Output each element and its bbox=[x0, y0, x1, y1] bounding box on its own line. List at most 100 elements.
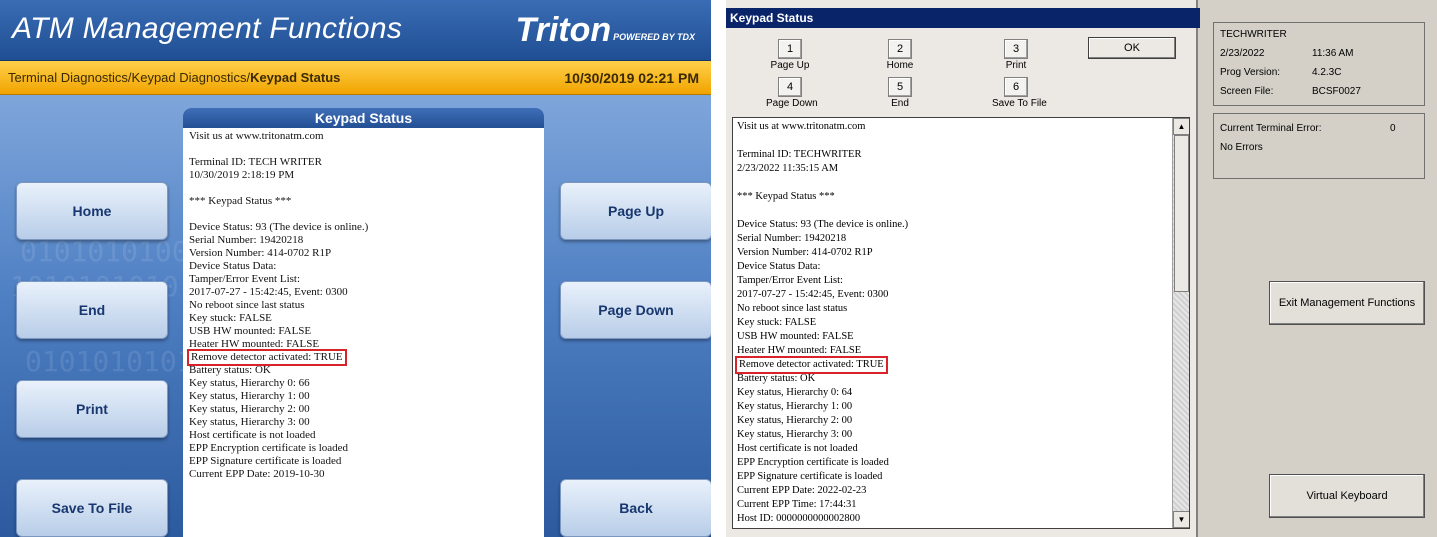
status-line-text: 2017-07-27 - 15:42:45, Event: 0300 bbox=[189, 286, 348, 298]
status-line-text: Key status, Hierarchy 1: 00 bbox=[737, 401, 853, 412]
status-line-text: Serial Number: 19420218 bbox=[737, 233, 847, 244]
key-page-down[interactable]: 4 Page Down bbox=[766, 77, 818, 109]
status-line bbox=[189, 182, 538, 195]
status-line-text: Visit us at www.tritonatm.com bbox=[189, 130, 324, 142]
status-line: Remove detector activated: TRUE bbox=[187, 349, 538, 366]
status-line-text: Host certificate is not loaded bbox=[189, 429, 316, 441]
status-line: Tamper/Error Event List: bbox=[737, 274, 908, 288]
breadcrumb-bar: Terminal Diagnostics/Keypad Diagnostics/… bbox=[0, 61, 711, 95]
binary-watermark: 0101010101 bbox=[25, 345, 194, 378]
page-title: ATM Management Functions bbox=[12, 12, 403, 45]
status-line: Key stuck: FALSE bbox=[737, 316, 908, 330]
status-line-text: Device Status: 93 (The device is online.… bbox=[737, 219, 909, 230]
status-line: EPP Encryption certificate is loaded bbox=[189, 442, 538, 455]
status-line: EPP Encryption certificate is loaded bbox=[737, 456, 908, 470]
status-line: Device Status Data: bbox=[737, 260, 908, 274]
management-window: Keypad Status 1 Page Up 2 Home 3 Print 4… bbox=[726, 0, 1437, 537]
key-label: Page Down bbox=[766, 98, 818, 109]
save-to-file-button[interactable]: Save To File bbox=[16, 479, 168, 537]
status-line: EPP Signature certificate is loaded bbox=[737, 470, 908, 484]
keypad-status-panel: Keypad Status Visit us at www.tritonatm.… bbox=[183, 108, 544, 537]
panel-title: Keypad Status bbox=[183, 108, 544, 128]
key-print[interactable]: 3 Print bbox=[992, 39, 1040, 71]
exit-management-functions-button[interactable]: Exit Management Functions bbox=[1269, 281, 1425, 325]
status-line-text: Current EPP Date: 2022-02-23 bbox=[737, 485, 867, 496]
status-line: Heater HW mounted: FALSE bbox=[189, 338, 538, 351]
highlighted-status-line: Remove detector activated: TRUE bbox=[735, 356, 888, 374]
status-text: Visit us at www.tritonatm.com Terminal ID… bbox=[183, 128, 544, 483]
status-line-text: Battery status: OK bbox=[189, 364, 271, 376]
key-number: 1 bbox=[778, 39, 802, 59]
status-line: Key status, Hierarchy 3: 00 bbox=[189, 416, 538, 429]
status-line-text: EPP Signature certificate is loaded bbox=[737, 471, 883, 482]
scroll-down-arrow-icon[interactable]: ▼ bbox=[1173, 511, 1189, 528]
header-bar: ATM Management Functions Triton POWERED … bbox=[0, 0, 711, 61]
status-textbox[interactable]: Visit us at www.tritonatm.com Terminal ID… bbox=[732, 117, 1190, 529]
end-button[interactable]: End bbox=[16, 281, 168, 339]
status-line: USB HW mounted: FALSE bbox=[737, 330, 908, 344]
key-save-to-file[interactable]: 6 Save To File bbox=[992, 77, 1047, 109]
status-line-text: Heater HW mounted: FALSE bbox=[737, 345, 862, 356]
key-label: Home bbox=[886, 60, 914, 71]
status-text: Visit us at www.tritonatm.com Terminal ID… bbox=[735, 120, 908, 526]
ok-button[interactable]: OK bbox=[1088, 37, 1176, 59]
status-line-text: 2017-07-27 - 15:42:45, Event: 0300 bbox=[737, 289, 889, 300]
status-line: EPP Signature certificate is loaded bbox=[189, 455, 538, 468]
status-line-text: Key stuck: FALSE bbox=[737, 317, 817, 328]
breadcrumb-path: Terminal Diagnostics/Keypad Diagnostics/ bbox=[8, 70, 251, 85]
breadcrumb-current: Keypad Status bbox=[250, 70, 341, 85]
status-line: Device Status: 93 (The device is online.… bbox=[737, 218, 908, 232]
status-line: *** Keypad Status *** bbox=[189, 195, 538, 208]
status-line: Serial Number: 19420218 bbox=[737, 232, 908, 246]
status-line: Version Number: 414-0702 R1P bbox=[737, 246, 908, 260]
page-up-button[interactable]: Page Up bbox=[560, 182, 711, 240]
prog-version-label: Prog Version: bbox=[1220, 67, 1281, 78]
key-number: 3 bbox=[1004, 39, 1028, 59]
status-line: Key status, Hierarchy 1: 00 bbox=[737, 400, 908, 414]
status-line-text: EPP Signature certificate is loaded bbox=[189, 455, 342, 467]
prog-version-value: 4.2.3C bbox=[1312, 67, 1342, 78]
status-line: No reboot since last status bbox=[189, 299, 538, 312]
status-line: No reboot since last status bbox=[737, 302, 908, 316]
status-line-text: Current EPP Date: 2019-10-30 bbox=[189, 468, 325, 480]
status-line-text: Key status, Hierarchy 2: 00 bbox=[189, 403, 310, 415]
status-line: Key stuck: FALSE bbox=[189, 312, 538, 325]
vertical-scrollbar[interactable]: ▲ ▼ bbox=[1172, 118, 1189, 528]
status-line-text: Device Status: 93 (The device is online.… bbox=[189, 221, 369, 233]
status-line: Key status, Hierarchy 1: 00 bbox=[189, 390, 538, 403]
status-line: 2/23/2022 11:35:15 AM bbox=[737, 162, 908, 176]
status-line-text: EPP Encryption certificate is loaded bbox=[737, 457, 889, 468]
status-line: Host certificate is not loaded bbox=[737, 442, 908, 456]
page-down-button[interactable]: Page Down bbox=[560, 281, 711, 339]
status-line: Key status, Hierarchy 3: 00 bbox=[737, 428, 908, 442]
key-label: Page Up bbox=[770, 60, 810, 71]
status-line: Device Status Data: bbox=[189, 260, 538, 273]
status-line: Remove detector activated: TRUE bbox=[735, 356, 908, 374]
key-page-up[interactable]: 1 Page Up bbox=[766, 39, 814, 71]
key-home[interactable]: 2 Home bbox=[876, 39, 924, 71]
status-line-text: Heater HW mounted: FALSE bbox=[189, 338, 320, 350]
status-line-text: Battery status: OK bbox=[737, 373, 816, 384]
scroll-up-arrow-icon[interactable]: ▲ bbox=[1173, 118, 1189, 135]
brand-logo-text: Triton bbox=[515, 11, 612, 49]
key-end[interactable]: 5 End bbox=[876, 77, 924, 109]
terminal-name: TECHWRITER bbox=[1220, 29, 1287, 40]
status-line bbox=[737, 134, 908, 148]
print-button[interactable]: Print bbox=[16, 380, 168, 438]
screen-file-label: Screen File: bbox=[1220, 86, 1274, 97]
status-line: Serial Number: 19420218 bbox=[189, 234, 538, 247]
brand-powered-text: POWERED BY TDX bbox=[613, 32, 695, 42]
status-line-text: Key status, Hierarchy 3: 00 bbox=[189, 416, 310, 428]
home-button[interactable]: Home bbox=[16, 182, 168, 240]
status-line: Current EPP Date: 2022-02-23 bbox=[737, 484, 908, 498]
virtual-keyboard-button[interactable]: Virtual Keyboard bbox=[1269, 474, 1425, 518]
status-line: Visit us at www.tritonatm.com bbox=[737, 120, 908, 134]
status-line: Battery status: OK bbox=[737, 372, 908, 386]
breadcrumb: Terminal Diagnostics/Keypad Diagnostics/… bbox=[8, 70, 340, 85]
status-line-text: Key status, Hierarchy 1: 00 bbox=[189, 390, 310, 402]
back-button[interactable]: Back bbox=[560, 479, 711, 537]
scroll-thumb[interactable] bbox=[1174, 135, 1189, 292]
status-line-text: No reboot since last status bbox=[737, 303, 848, 314]
status-line bbox=[737, 204, 908, 218]
status-line: Host ID: 0000000000002800 bbox=[737, 512, 908, 526]
